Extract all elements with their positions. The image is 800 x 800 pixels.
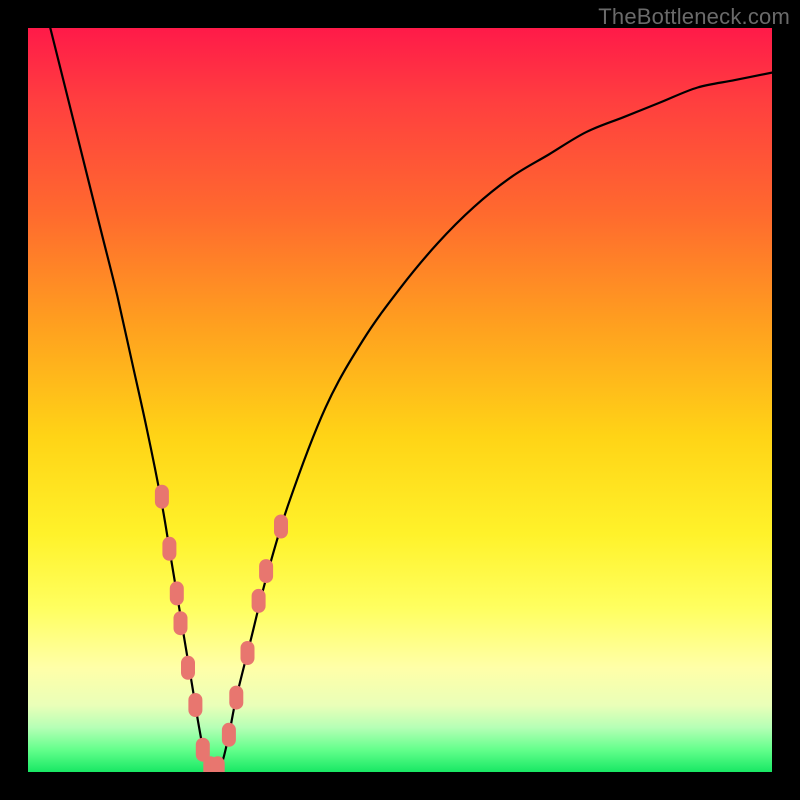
highlight-marker — [162, 537, 176, 561]
highlight-marker — [259, 559, 273, 583]
chart-plot-area — [28, 28, 772, 772]
watermark-text: TheBottleneck.com — [598, 4, 790, 30]
highlight-marker — [241, 641, 255, 665]
highlight-marker — [229, 686, 243, 710]
highlight-marker — [188, 693, 202, 717]
highlight-marker — [170, 581, 184, 605]
bottleneck-curve — [50, 28, 772, 772]
highlight-marker — [252, 589, 266, 613]
highlight-markers — [155, 485, 288, 772]
highlight-marker — [155, 485, 169, 509]
highlight-marker — [174, 611, 188, 635]
highlight-marker — [181, 656, 195, 680]
highlight-marker — [211, 756, 225, 772]
highlight-marker — [222, 723, 236, 747]
chart-svg — [28, 28, 772, 772]
chart-frame: TheBottleneck.com — [0, 0, 800, 800]
highlight-marker — [274, 515, 288, 539]
